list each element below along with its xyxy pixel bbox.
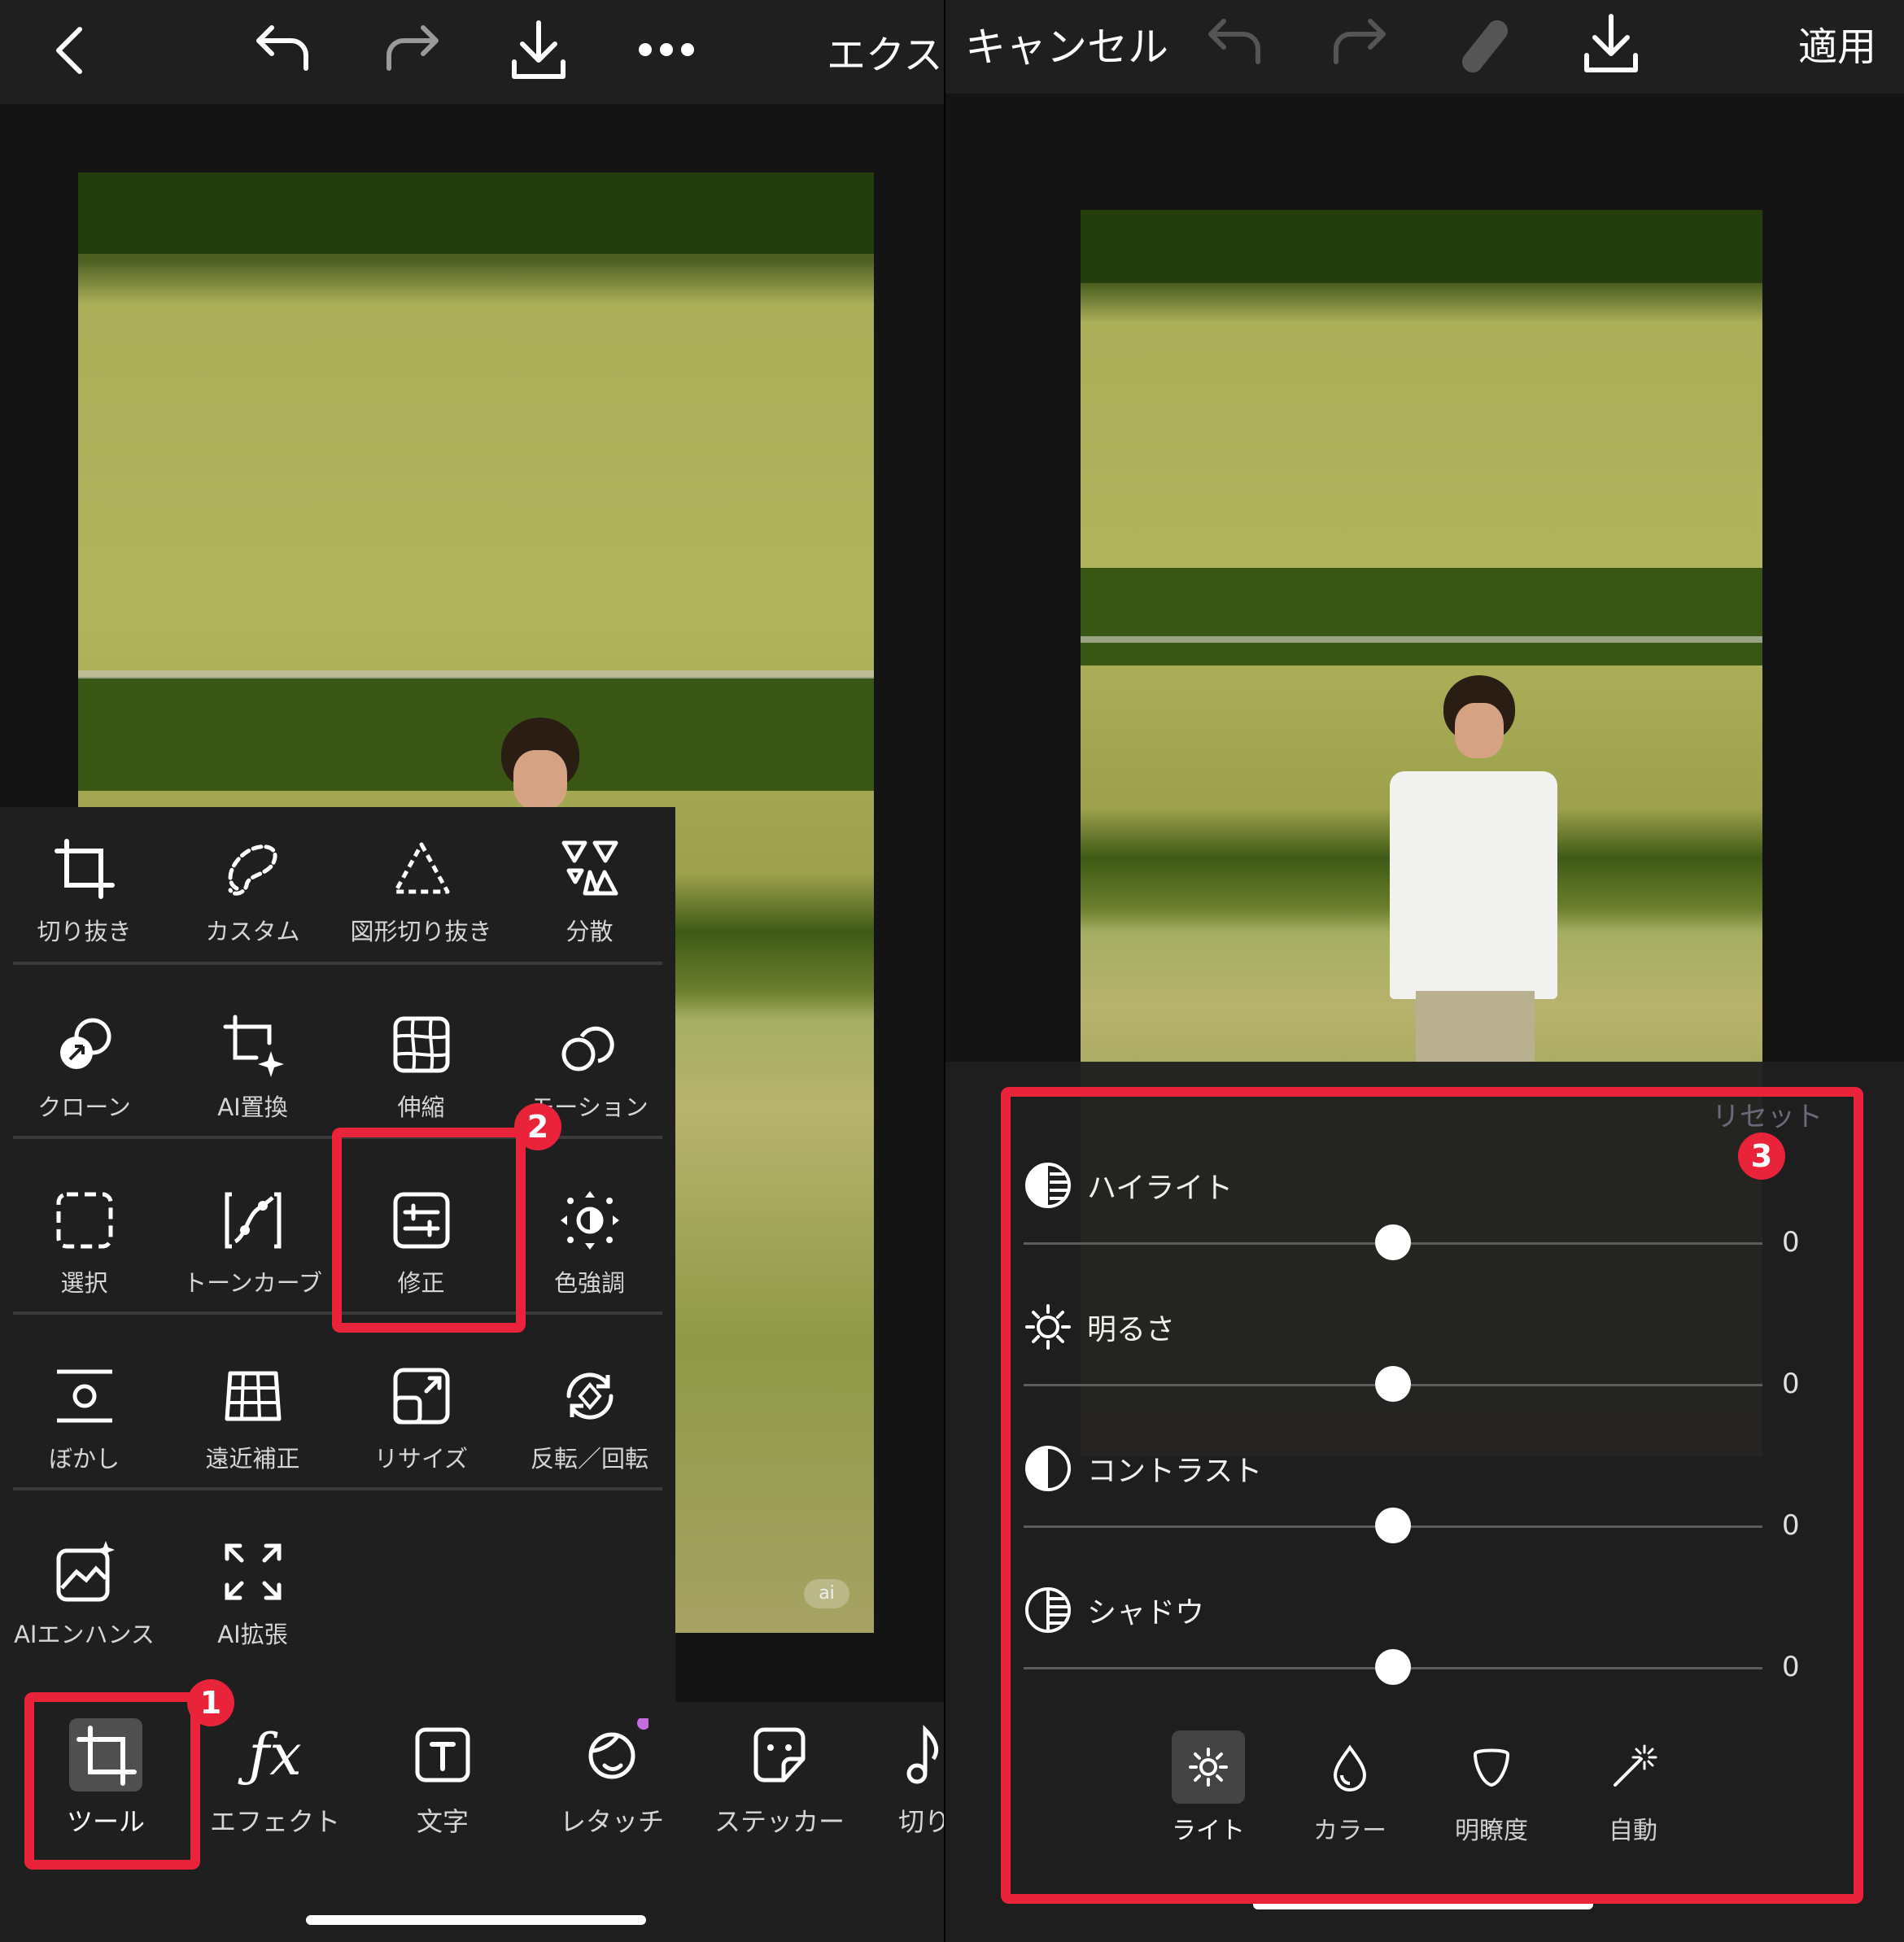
tool-perspective[interactable]: 遠近補正 xyxy=(168,1364,337,1474)
select-icon xyxy=(52,1188,117,1253)
nav-text[interactable]: 文字 xyxy=(369,1718,516,1839)
cancel-button[interactable]: キャンセル xyxy=(965,15,1168,73)
nav-label: 文字 xyxy=(416,1806,469,1837)
ai-expand-icon xyxy=(221,1539,286,1604)
tool-label: AI拡張 xyxy=(217,1621,288,1648)
step-badge-3: 3 xyxy=(1738,1132,1785,1180)
ai-replace-icon xyxy=(221,1012,286,1077)
top-toolbar: エクス xyxy=(0,0,944,104)
tool-ai-enhance[interactable]: AIエンハンス xyxy=(0,1539,168,1650)
tool-label: クローン xyxy=(37,1093,131,1121)
lasso-icon xyxy=(221,836,286,901)
home-indicator xyxy=(306,1915,646,1925)
perspective-icon xyxy=(221,1364,286,1429)
highlight-box-tools xyxy=(24,1692,200,1870)
flip-rotate-icon xyxy=(557,1364,622,1429)
stretch-icon xyxy=(389,1012,454,1077)
tree-line xyxy=(78,172,874,254)
step-badge-1: 1 xyxy=(187,1679,234,1726)
tool-clone[interactable]: クローン xyxy=(0,1012,168,1123)
tool-label: ぼかし xyxy=(48,1445,120,1473)
top-toolbar: キャンセル 適用 xyxy=(945,0,1904,94)
nav-retouch[interactable]: レタッチ xyxy=(539,1717,685,1839)
tool-ai-replace[interactable]: AI置換 xyxy=(168,1012,337,1123)
step-badge-2: 2 xyxy=(514,1103,561,1150)
tool-stretch[interactable]: 伸縮 xyxy=(337,1012,505,1123)
blur-icon xyxy=(52,1364,117,1429)
tool-label: トーンカーブ xyxy=(183,1269,322,1297)
tool-crop[interactable]: 切り抜き xyxy=(0,836,168,947)
tool-ai-expand[interactable]: AI拡張 xyxy=(168,1539,337,1650)
nav-sticker[interactable]: ステッカー xyxy=(706,1718,853,1839)
path-strip xyxy=(1081,636,1762,643)
clone-icon xyxy=(52,1012,117,1077)
tool-label: AI置換 xyxy=(217,1093,288,1121)
highlight-box-sliders xyxy=(1001,1087,1863,1904)
tool-color-emphasis[interactable]: 色強調 xyxy=(505,1188,674,1298)
tool-select[interactable]: 選択 xyxy=(0,1188,168,1298)
nav-label: エフェクト xyxy=(209,1806,340,1837)
right-adjust-screen: キャンセル 適用 リセット ハイライト 0 明るさ 0 コントラスト 0 シャド… xyxy=(945,0,1904,1942)
field-shadow xyxy=(78,677,874,791)
fx-icon: ƒx xyxy=(248,1722,302,1788)
crop-icon xyxy=(52,836,117,901)
tool-label: リサイズ xyxy=(373,1445,469,1473)
resize-icon xyxy=(389,1364,454,1429)
motion-icon xyxy=(557,1012,622,1077)
person-face xyxy=(1455,703,1504,758)
left-editor-screen: エクス ai 切り抜き カスタム 図形切り抜き 分散 クローン AI置換 伸縮 … xyxy=(0,0,944,1942)
cut-icon xyxy=(888,1718,944,1791)
redo-icon[interactable] xyxy=(381,23,443,75)
tool-tone-curve[interactable]: トーンカーブ xyxy=(168,1188,337,1298)
tool-label: 選択 xyxy=(60,1269,108,1297)
field-shadow xyxy=(1081,568,1762,666)
shape-crop-icon xyxy=(389,836,454,901)
chevron-left-icon[interactable] xyxy=(50,24,91,76)
highlight-box-adjust xyxy=(332,1128,526,1333)
download-icon[interactable] xyxy=(508,18,570,83)
nav-label: 切り xyxy=(897,1806,944,1837)
tool-custom[interactable]: カスタム xyxy=(168,836,337,947)
nav-label: ステッカー xyxy=(714,1806,845,1837)
dispersion-icon xyxy=(557,836,622,901)
undo-icon[interactable] xyxy=(252,23,314,75)
divider xyxy=(13,1487,662,1490)
color-emphasis-icon xyxy=(557,1188,622,1253)
person-shirt xyxy=(1390,771,1557,999)
redo-icon[interactable] xyxy=(1328,16,1390,68)
export-button[interactable]: エクス xyxy=(827,23,943,80)
person-face xyxy=(513,750,567,810)
tool-label: カスタム xyxy=(205,918,300,945)
tone-curve-icon xyxy=(221,1188,286,1253)
tool-dispersion[interactable]: 分散 xyxy=(505,836,674,947)
more-icon[interactable] xyxy=(638,42,695,57)
retouch-icon xyxy=(575,1717,650,1791)
sticker-icon xyxy=(743,1718,816,1791)
tool-label: 伸縮 xyxy=(397,1093,445,1121)
tool-label: 切り抜き xyxy=(37,918,132,945)
apply-button[interactable]: 適用 xyxy=(1798,15,1876,72)
tool-label: 色強調 xyxy=(553,1269,625,1297)
nav-label: レタッチ xyxy=(559,1806,664,1837)
undo-icon[interactable] xyxy=(1204,16,1266,68)
tree-line xyxy=(1081,210,1762,283)
nav-cut[interactable]: 切り xyxy=(851,1718,944,1839)
tool-label: 図形切り抜き xyxy=(350,918,492,945)
tool-label: AIエンハンス xyxy=(14,1621,155,1648)
download-icon[interactable] xyxy=(1580,11,1642,76)
ai-enhance-icon xyxy=(52,1539,117,1604)
tool-label: 遠近補正 xyxy=(205,1445,300,1473)
text-icon xyxy=(406,1718,479,1791)
watermark-badge: ai xyxy=(804,1579,849,1608)
tool-flip-rotate[interactable]: 反転／回転 xyxy=(505,1364,674,1474)
divider xyxy=(13,962,662,965)
tool-label: 反転／回転 xyxy=(530,1445,648,1473)
nav-effects[interactable]: ƒx エフェクト xyxy=(202,1718,348,1839)
tool-shape-crop[interactable]: 図形切り抜き xyxy=(337,836,505,947)
eraser-icon[interactable] xyxy=(1455,16,1512,73)
tool-label: 分散 xyxy=(566,918,614,945)
path-strip xyxy=(78,670,874,679)
tool-blur[interactable]: ぼかし xyxy=(0,1364,168,1474)
tool-resize[interactable]: リサイズ xyxy=(337,1364,505,1474)
